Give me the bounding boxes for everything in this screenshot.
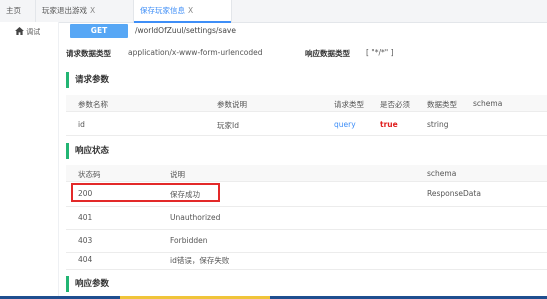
param-desc: 玩家Id <box>217 121 239 130</box>
col-header: 状态码 <box>78 170 101 179</box>
col-header: 说明 <box>170 170 185 179</box>
param-name: id <box>78 120 85 129</box>
col-header: schema <box>473 99 503 108</box>
section-request-params: 请求参数 <box>66 72 109 88</box>
param-in: query <box>334 120 356 129</box>
home-icon <box>15 27 24 35</box>
tab-save-player-info[interactable]: 保存玩家信息 X <box>134 0 232 23</box>
param-required: true <box>380 120 398 129</box>
status-desc: Forbidden <box>170 236 208 245</box>
sidebar-item-debug[interactable]: 调试 <box>15 27 40 37</box>
section-response-params: 响应参数 <box>66 276 109 292</box>
request-type-value: application/x-www-form-urlencoded <box>128 48 263 57</box>
tab-label: 玩家退出游戏 <box>42 6 87 15</box>
col-header: 请求类型 <box>334 100 364 109</box>
tab-label: 保存玩家信息 <box>140 6 185 15</box>
close-icon[interactable]: X <box>188 6 193 15</box>
section-response-status: 响应状态 <box>66 143 109 159</box>
status-code: 403 <box>78 236 93 245</box>
http-method-badge: GET <box>70 24 128 38</box>
table-row: 404 id错误，保存失败 <box>66 252 547 270</box>
endpoint-path: /worldOfZuul/settings/save <box>135 26 236 35</box>
status-desc: id错误，保存失败 <box>170 256 230 265</box>
sidebar-item-label: 调试 <box>26 28 41 36</box>
param-type: string <box>427 120 449 129</box>
col-header: 是否必须 <box>380 100 410 109</box>
table-row: 401 Unauthorized <box>66 207 547 230</box>
table-row: id 玩家Id query true string <box>66 113 547 136</box>
request-type-label: 请求数据类型 <box>66 49 111 58</box>
highlight-box <box>71 183 220 202</box>
col-header: 数据类型 <box>427 100 457 109</box>
response-type-label: 响应数据类型 <box>305 49 350 58</box>
status-desc: Unauthorized <box>170 213 221 222</box>
response-type-value: [ "*/*" ] <box>366 48 394 57</box>
col-header: 参数名称 <box>78 100 108 109</box>
col-header: 参数说明 <box>217 100 247 109</box>
tab-bar: 主页 玩家退出游戏 X 保存玩家信息 X <box>0 0 547 23</box>
request-params-header: 参数名称 参数说明 请求类型 是否必须 数据类型 schema <box>66 95 547 112</box>
response-status-header: 状态码 说明 schema <box>66 165 547 182</box>
table-row: 403 Forbidden <box>66 230 547 253</box>
status-schema[interactable]: ResponseData <box>427 189 481 198</box>
close-icon[interactable]: X <box>90 6 95 15</box>
status-code: 401 <box>78 213 93 222</box>
status-code: 404 <box>78 255 93 264</box>
col-header: schema <box>427 169 457 178</box>
tab-player-exit-game[interactable]: 玩家退出游戏 X <box>36 0 134 22</box>
tab-home[interactable]: 主页 <box>0 0 36 22</box>
sidebar: 调试 <box>0 22 59 299</box>
tab-label: 主页 <box>6 6 21 15</box>
